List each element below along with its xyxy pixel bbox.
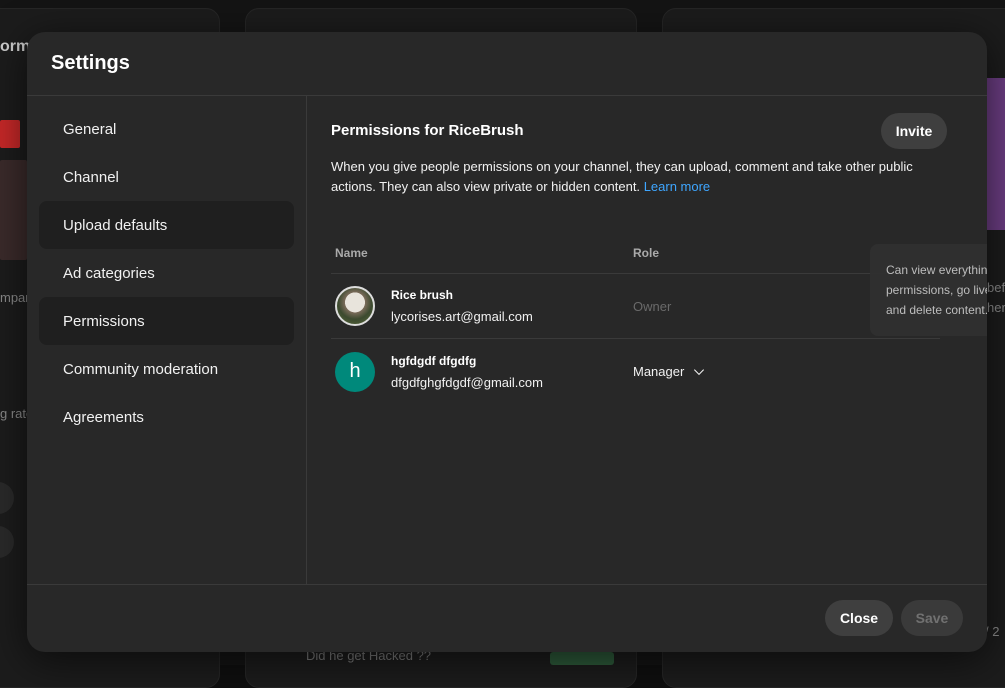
nav-item-label: Agreements xyxy=(63,409,144,426)
nav-item-label: Permissions xyxy=(63,313,145,330)
bg-left-snippet: mpar xyxy=(0,290,30,305)
nav-item-channel[interactable]: Channel xyxy=(39,153,294,201)
user-email: dfgdfghgfdgdf@gmail.com xyxy=(391,375,633,390)
user-info: Rice brush lycorises.art@gmail.com xyxy=(391,288,633,324)
settings-sidebar: General Channel Upload defaults Ad categ… xyxy=(27,96,307,584)
role-value: Manager xyxy=(633,364,684,379)
column-header-name: Name xyxy=(331,246,633,260)
permissions-panel: Permissions for RiceBrush Invite When yo… xyxy=(307,96,987,584)
save-button[interactable]: Save xyxy=(901,600,963,636)
invite-button[interactable]: Invite xyxy=(881,113,947,149)
user-email: lycorises.art@gmail.com xyxy=(391,309,633,324)
table-row: h hgfdgdf dfgdfg dfgdfghgfdgdf@gmail.com… xyxy=(331,339,940,404)
permissions-title: Permissions for RiceBrush xyxy=(331,122,963,139)
dialog-title: Settings xyxy=(51,52,130,75)
bg-right-snippet: her xyxy=(987,300,1005,315)
dialog-footer: Close Save xyxy=(27,584,987,652)
nav-item-general[interactable]: General xyxy=(39,105,294,153)
nav-item-agreements[interactable]: Agreements xyxy=(39,393,294,441)
avatar: h xyxy=(335,352,375,392)
nav-item-label: Ad categories xyxy=(63,265,155,282)
bg-video-thumb xyxy=(550,652,614,665)
bg-right-snippet: bef xyxy=(987,280,1005,295)
avatar xyxy=(335,286,375,326)
role-tooltip: Can view everything, manage permissions,… xyxy=(870,244,987,336)
dialog-header: Settings xyxy=(27,32,987,96)
nav-item-label: Upload defaults xyxy=(63,217,167,234)
bg-thumbnail xyxy=(0,160,27,260)
chevron-down-icon xyxy=(692,365,706,379)
learn-more-link[interactable]: Learn more xyxy=(644,179,710,194)
user-name: hgfdgdf dfgdfg xyxy=(391,354,633,368)
dialog-body: General Channel Upload defaults Ad categ… xyxy=(27,96,987,584)
user-name: Rice brush xyxy=(391,288,633,302)
nav-item-label: Channel xyxy=(63,169,119,186)
permissions-description: When you give people permissions on your… xyxy=(331,157,921,197)
bg-right-count: / 2 xyxy=(985,624,999,639)
permissions-table: Name Role Rice brush lycorises.art@gmail… xyxy=(331,232,940,404)
nav-item-ad-categories[interactable]: Ad categories xyxy=(39,249,294,297)
user-info: hgfdgdf dfgdfg dfgdfghgfdgdf@gmail.com xyxy=(391,354,633,390)
nav-item-label: Community moderation xyxy=(63,361,218,378)
nav-item-label: General xyxy=(63,121,116,138)
nav-item-permissions[interactable]: Permissions xyxy=(39,297,294,345)
bg-thumb-badge xyxy=(0,120,20,148)
table-header: Name Role xyxy=(331,232,940,274)
bg-purple-thumb xyxy=(987,78,1005,230)
table-row: Rice brush lycorises.art@gmail.com Owner xyxy=(331,274,940,339)
settings-dialog: Settings General Channel Upload defaults… xyxy=(27,32,987,652)
role-label: Owner xyxy=(633,299,671,314)
description-text: When you give people permissions on your… xyxy=(331,159,913,194)
nav-item-community-moderation[interactable]: Community moderation xyxy=(39,345,294,393)
close-button[interactable]: Close xyxy=(825,600,893,636)
role-dropdown[interactable]: Manager xyxy=(633,364,706,379)
nav-item-upload-defaults[interactable]: Upload defaults xyxy=(39,201,294,249)
